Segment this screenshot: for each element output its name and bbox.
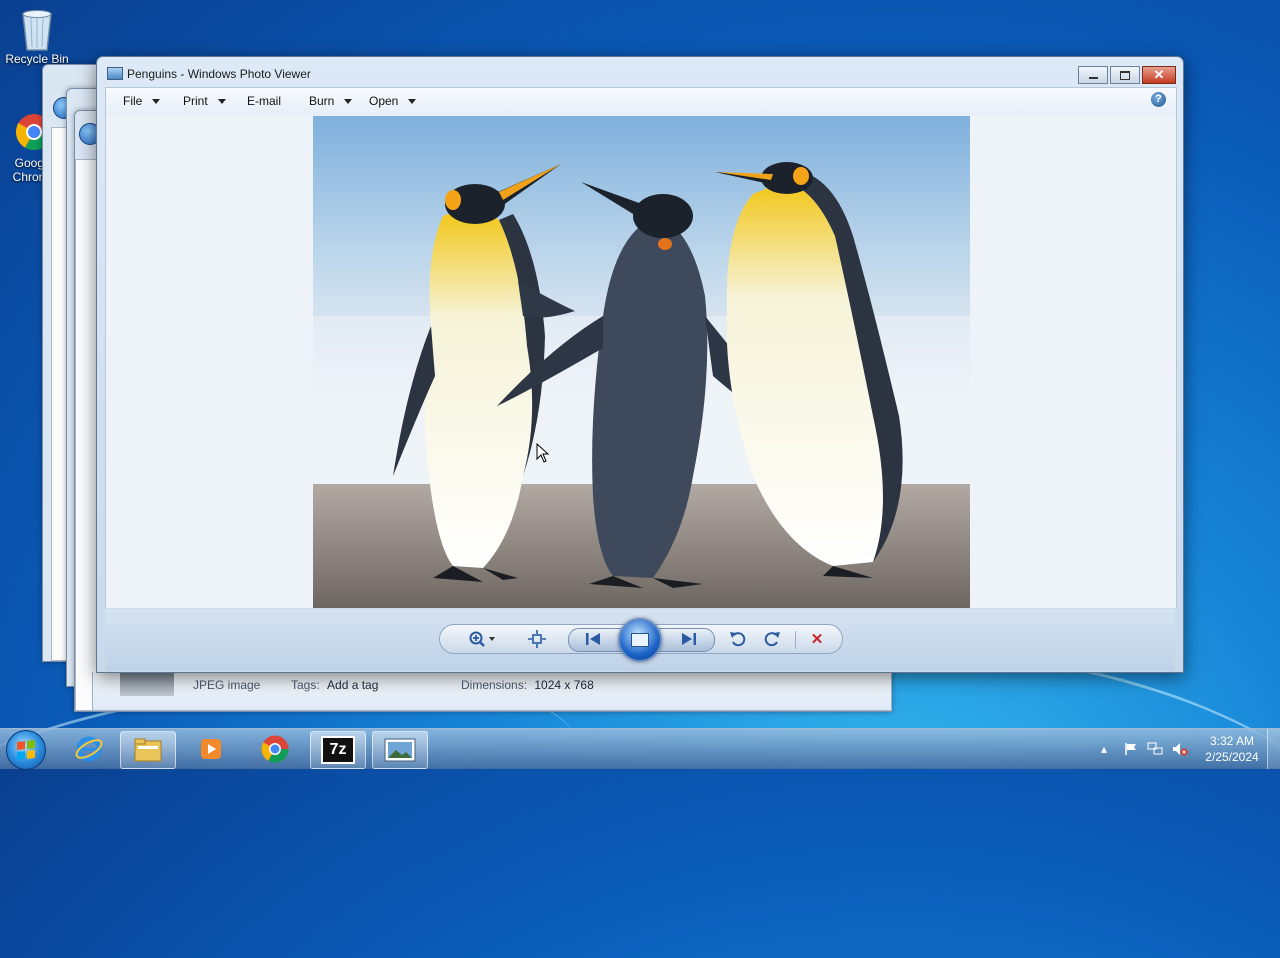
rotate-counterclockwise-icon [730,632,746,647]
image-viewport[interactable] [105,115,1177,608]
chrome-icon [261,735,289,763]
file-type: JPEG image [193,678,261,692]
delete-button[interactable]: ✕ [806,629,828,649]
folder-icon [134,738,162,762]
taskbar-7zip[interactable]: 7z [310,731,366,769]
zoom-icon [469,631,495,647]
previous-icon [586,633,600,645]
rotate-clockwise-button[interactable] [761,629,783,649]
volume-muted-icon[interactable] [1172,742,1188,759]
show-hidden-icons[interactable]: ▴ [1101,742,1107,756]
rotate-clockwise-icon [764,632,780,647]
zoom-button[interactable] [466,629,500,649]
window-title: Penguins - Windows Photo Viewer [127,67,311,81]
taskbar-google-chrome[interactable] [248,731,302,767]
taskbar-photo-viewer[interactable] [372,731,428,769]
taskbar-windows-explorer[interactable] [120,731,176,769]
chevron-down-icon [217,98,226,104]
details-pane: JPEG image Tags: Add a tag Dimensions: 1… [92,672,892,711]
help-icon[interactable]: ? [1151,92,1166,107]
menu-email-label: E-mail [247,94,282,108]
dimensions-label: Dimensions: [461,678,528,692]
title-bar[interactable]: Penguins - Windows Photo Viewer ✕ [97,57,1183,87]
chevron-down-icon [408,98,417,104]
tags-label: Tags: [291,678,320,692]
previous-button[interactable] [582,629,604,649]
delete-icon: ✕ [810,631,824,648]
playback-controls: ✕ [439,618,843,662]
photo-viewer-icon [107,67,123,80]
chevron-down-icon [344,98,353,104]
maximize-button[interactable] [1110,66,1140,84]
actual-size-icon [528,630,546,648]
menu-file[interactable]: File [123,94,161,108]
next-button[interactable] [678,629,700,649]
tags-field[interactable]: Tags: Add a tag [291,678,378,692]
menu-open-label: Open [369,94,399,108]
desktop-icon-recycle-bin[interactable]: Recycle Bin [2,8,72,66]
menu-print-label: Print [183,94,208,108]
photo-viewer-window[interactable]: Penguins - Windows Photo Viewer ✕ File P… [96,56,1184,673]
minimize-icon [1088,77,1098,79]
chevron-down-icon [152,98,161,104]
mouse-cursor-icon [536,443,550,463]
clock-date: 2/25/2024 [1205,750,1259,764]
close-button[interactable]: ✕ [1142,66,1176,84]
menu-open[interactable]: Open [369,94,417,108]
network-icon[interactable] [1147,742,1163,759]
menu-burn-label: Burn [309,94,335,108]
rotate-counterclockwise-button[interactable] [727,629,749,649]
slideshow-icon [631,633,649,647]
taskbar-media-player[interactable] [184,731,238,767]
menu-file-label: File [123,94,143,108]
media-player-icon [201,739,221,759]
maximize-icon [1120,70,1130,80]
recycle-bin-icon [17,8,57,51]
taskbar-internet-explorer[interactable] [62,731,116,767]
tags-value[interactable]: Add a tag [327,678,378,692]
windows-logo-icon [17,740,35,760]
menu-print[interactable]: Print [183,94,226,108]
seven-zip-icon: 7z [321,736,355,764]
menu-bar: File Print E-mail Burn Open ? [105,87,1177,115]
next-icon [682,633,696,645]
dimensions-value: 1024 x 768 [534,678,594,692]
minimize-button[interactable] [1078,66,1108,84]
control-bar: ✕ [105,609,1175,671]
system-clock[interactable]: 3:32 AM 2/25/2024 [1196,733,1268,765]
show-desktop-button[interactable] [1267,729,1280,769]
actual-size-button[interactable] [526,629,548,649]
close-icon: ✕ [1153,67,1165,82]
taskbar: 7z ▴ 3:32 AM 2/25/2024 [0,728,1280,770]
dimensions-field: Dimensions: 1024 x 768 [461,678,594,692]
internet-explorer-icon [75,736,103,762]
photo-viewer-icon [384,738,416,762]
action-center-flag-icon[interactable] [1124,742,1138,759]
menu-burn[interactable]: Burn [309,94,353,108]
clock-time: 3:32 AM [1209,734,1255,748]
slideshow-button[interactable] [618,618,662,662]
file-thumbnail [120,672,174,696]
separator [795,631,796,649]
menu-email[interactable]: E-mail [247,94,281,108]
penguins-photo[interactable] [313,116,970,608]
start-button[interactable] [6,730,46,770]
